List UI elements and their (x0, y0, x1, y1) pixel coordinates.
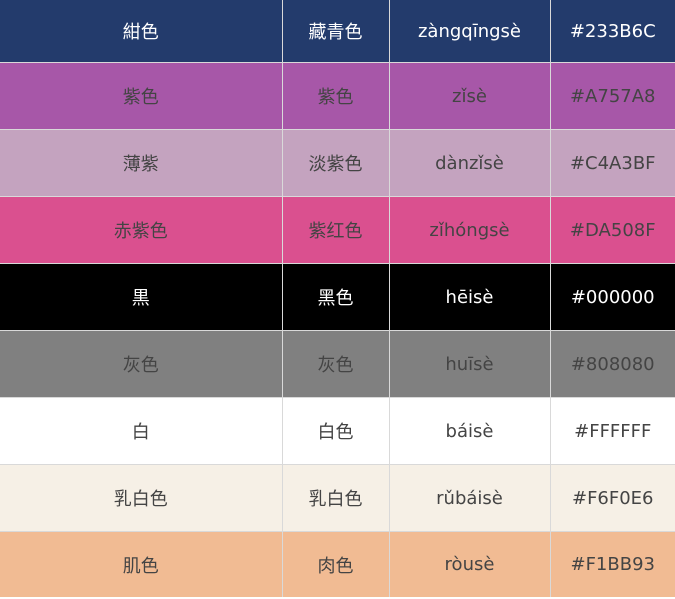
color-row: 肌色 肉色 ròusè #F1BB93 (0, 531, 675, 597)
chinese-name-cell: 黑色 (282, 263, 390, 331)
chinese-name-cell: 乳白色 (282, 464, 390, 532)
japanese-name-cell: 紺色 (0, 0, 283, 63)
color-row: 薄紫 淡紫色 dànzǐsè #C4A3BF (0, 129, 675, 197)
japanese-name-cell: 薄紫 (0, 129, 283, 197)
chinese-name-cell: 藏青色 (282, 0, 390, 63)
japanese-name-cell: 黒 (0, 263, 283, 331)
chinese-name-cell: 紫色 (282, 62, 390, 130)
pinyin-cell: zàngqīngsè (389, 0, 551, 63)
pinyin-cell: zǐhóngsè (389, 196, 551, 264)
pinyin-cell: báisè (389, 397, 551, 465)
color-row: 紫色 紫色 zǐsè #A757A8 (0, 62, 675, 130)
hex-code-cell: #808080 (550, 330, 675, 398)
color-row: 黒 黑色 hēisè #000000 (0, 263, 675, 331)
hex-code-cell: #FFFFFF (550, 397, 675, 465)
color-row: 赤紫色 紫红色 zǐhóngsè #DA508F (0, 196, 675, 264)
japanese-name-cell: 白 (0, 397, 283, 465)
pinyin-cell: dànzǐsè (389, 129, 551, 197)
hex-code-cell: #233B6C (550, 0, 675, 63)
japanese-name-cell: 灰色 (0, 330, 283, 398)
hex-code-cell: #000000 (550, 263, 675, 331)
pinyin-cell: huīsè (389, 330, 551, 398)
chinese-name-cell: 灰色 (282, 330, 390, 398)
japanese-name-cell: 肌色 (0, 531, 283, 597)
hex-code-cell: #F6F0E6 (550, 464, 675, 532)
color-table: 紺色 藏青色 zàngqīngsè #233B6C 紫色 紫色 zǐsè #A7… (0, 0, 675, 597)
chinese-name-cell: 白色 (282, 397, 390, 465)
pinyin-cell: ròusè (389, 531, 551, 597)
color-row: 白 白色 báisè #FFFFFF (0, 397, 675, 465)
chinese-name-cell: 肉色 (282, 531, 390, 597)
chinese-name-cell: 紫红色 (282, 196, 390, 264)
color-row: 乳白色 乳白色 rǔbáisè #F6F0E6 (0, 464, 675, 532)
pinyin-cell: rǔbáisè (389, 464, 551, 532)
pinyin-cell: hēisè (389, 263, 551, 331)
japanese-name-cell: 乳白色 (0, 464, 283, 532)
hex-code-cell: #A757A8 (550, 62, 675, 130)
japanese-name-cell: 赤紫色 (0, 196, 283, 264)
color-row: 灰色 灰色 huīsè #808080 (0, 330, 675, 398)
color-row: 紺色 藏青色 zàngqīngsè #233B6C (0, 0, 675, 63)
hex-code-cell: #DA508F (550, 196, 675, 264)
hex-code-cell: #C4A3BF (550, 129, 675, 197)
japanese-name-cell: 紫色 (0, 62, 283, 130)
pinyin-cell: zǐsè (389, 62, 551, 130)
chinese-name-cell: 淡紫色 (282, 129, 390, 197)
hex-code-cell: #F1BB93 (570, 554, 656, 575)
color-table-body: 紺色 藏青色 zàngqīngsè #233B6C 紫色 紫色 zǐsè #A7… (0, 0, 675, 597)
